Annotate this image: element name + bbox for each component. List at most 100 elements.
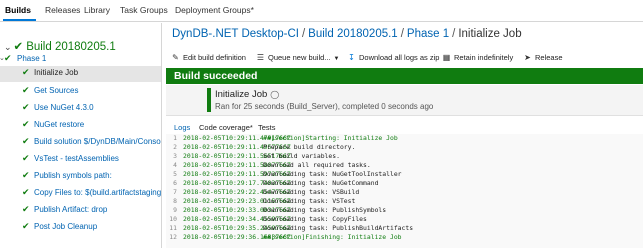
step-publish-artifact[interactable]: ✔ Publish Artifact: drop xyxy=(0,203,161,219)
check-icon: ✔ xyxy=(22,221,30,231)
queue-icon: ☰ xyxy=(256,53,265,62)
check-icon: ✔ xyxy=(22,119,30,129)
step-label: Post Job Cleanup xyxy=(34,222,98,231)
line-number: 5 xyxy=(173,170,177,178)
step-label: Use NuGet 4.3.0 xyxy=(34,103,94,112)
log-message: ##[section]Starting: Initialize Job xyxy=(263,134,398,142)
tab-releases[interactable]: Releases xyxy=(45,5,80,15)
step-build-solution[interactable]: ✔ Build solution $/DynDB/Main/Consol... xyxy=(0,135,161,151)
log-message: ##[section]Finishing: Initialize Job xyxy=(263,233,402,241)
job-name: Initialize Job ◯ xyxy=(215,89,279,100)
status-bar xyxy=(207,88,211,112)
step-label: NuGet restore xyxy=(34,120,85,129)
log-viewer[interactable]: 1 2018-02-05T10:29:11.4791766Z ##[section]… xyxy=(166,134,643,248)
check-icon: ✔ xyxy=(22,67,30,77)
log-message: Download all required tasks. xyxy=(263,161,371,169)
phase-label: Phase 1 xyxy=(17,54,47,63)
tab-deployment-groups[interactable]: Deployment Groups* xyxy=(175,5,254,15)
line-number: 12 xyxy=(169,233,177,241)
queue-build-button[interactable]: ☰ Queue new build... ▼ xyxy=(256,53,340,62)
step-nuget-restore[interactable]: ✔ NuGet restore xyxy=(0,118,161,134)
line-number: 3 xyxy=(173,152,177,160)
retain-label: Retain indefinitely xyxy=(454,53,514,62)
check-icon: ✔ xyxy=(22,153,30,163)
retain-button[interactable]: ▦ Retain indefinitely xyxy=(442,53,513,62)
log-message: Downloading task: PublishBuildArtifacts xyxy=(263,224,414,232)
check-icon: ✔ xyxy=(22,170,30,180)
job-run-summary: Ran for 25 seconds (Build_Server), compl… xyxy=(215,102,434,111)
step-post-job-cleanup[interactable]: ✔ Post Job Cleanup xyxy=(0,220,161,236)
edit-definition-label: Edit build definition xyxy=(183,53,246,62)
build-status-banner: Build succeeded xyxy=(166,68,643,84)
lock-icon: ▦ xyxy=(442,53,451,62)
edit-definition-button[interactable]: ✎ Edit build definition xyxy=(171,53,246,62)
check-icon: ✔ xyxy=(22,102,30,112)
step-get-sources[interactable]: ✔ Get Sources xyxy=(0,84,161,100)
check-icon: ✔ xyxy=(22,85,30,95)
step-initialize-job[interactable]: ✔ Initialize Job xyxy=(0,66,161,82)
tab-task-groups[interactable]: Task Groups xyxy=(120,5,168,15)
check-icon: ✔ xyxy=(22,187,30,197)
active-tab-indicator xyxy=(3,19,36,21)
breadcrumb-build[interactable]: Build 20180205.1 xyxy=(308,28,398,40)
check-icon: ✔ xyxy=(22,204,30,214)
line-number: 11 xyxy=(169,224,177,232)
user-icon: ◯ xyxy=(270,90,280,99)
pencil-icon: ✎ xyxy=(172,53,179,62)
job-summary: Initialize Job ◯ Ran for 25 seconds (Buil… xyxy=(166,85,643,116)
job-name-label: Initialize Job xyxy=(215,89,268,100)
line-number: 6 xyxy=(173,179,177,187)
line-number: 9 xyxy=(173,206,177,214)
queue-build-label: Queue new build... xyxy=(268,53,331,62)
log-message: Downloading task: PublishSymbols xyxy=(263,206,387,214)
step-label: Initialize Job xyxy=(34,68,79,77)
step-use-nuget[interactable]: ✔ Use NuGet 4.3.0 xyxy=(0,101,161,117)
step-label: VsTest - testAssemblies xyxy=(34,154,119,163)
breadcrumb-separator: / xyxy=(400,28,404,40)
step-label: Build solution $/DynDB/Main/Consol... xyxy=(34,137,162,146)
tab-library[interactable]: Library xyxy=(84,5,110,15)
line-number: 4 xyxy=(173,161,177,169)
breadcrumb: DynDB-.NET Desktop-CI / Build 20180205.1/P… xyxy=(172,28,522,40)
step-label: Publish Artifact: drop xyxy=(34,205,108,214)
breadcrumb-separator: / xyxy=(452,28,456,40)
log-message: Downloading task: NuGetToolInstaller xyxy=(263,170,402,178)
release-label: Release xyxy=(535,53,563,62)
step-label: Publish symbols path: xyxy=(34,171,112,180)
log-message: Downloading task: VSBuild xyxy=(263,188,360,196)
step-publish-symbols[interactable]: ✔ Publish symbols path: xyxy=(0,169,161,185)
step-copy-files[interactable]: ✔ Copy Files to: $(build.artifactstaging… xyxy=(0,186,161,202)
log-message: Set build variables. xyxy=(263,152,340,160)
tab-tests[interactable]: Tests xyxy=(258,123,276,132)
release-button[interactable]: ➤ Release xyxy=(523,53,563,62)
line-number: 1 xyxy=(173,134,177,142)
tab-builds[interactable]: Builds xyxy=(5,5,31,15)
step-vstest[interactable]: ✔ VsTest - testAssemblies xyxy=(0,152,161,168)
breadcrumb-current: Initialize Job xyxy=(458,28,522,40)
line-number: 10 xyxy=(169,215,177,223)
check-icon: ✔ xyxy=(4,53,12,63)
download-icon: ↧ xyxy=(348,53,355,62)
log-message: Downloading task: VSTest xyxy=(263,197,356,205)
toolbar: ✎ Edit build definition ☰ Queue new build.… xyxy=(166,51,643,66)
log-tabs: Logs Code coverage* Tests xyxy=(166,121,643,134)
step-label: Copy Files to: $(build.artifactstaging..… xyxy=(34,188,162,197)
breadcrumb-definition[interactable]: DynDB-.NET Desktop-CI xyxy=(172,28,299,40)
line-number: 8 xyxy=(173,197,177,205)
breadcrumb-separator: / xyxy=(301,28,306,40)
build-steps-panel: ⌄✔Build 20180205.1 ⌄ ✔ Phase 1 ✔ Initial… xyxy=(0,23,162,248)
tab-code-coverage[interactable]: Code coverage* xyxy=(199,123,253,132)
check-icon: ✔ xyxy=(22,136,30,146)
log-message: Downloading task: NuGetCommand xyxy=(263,179,379,187)
download-logs-button[interactable]: ↧ Download all logs as zip xyxy=(347,53,439,62)
log-message: Downloading task: CopyFiles xyxy=(263,215,367,223)
download-logs-label: Download all logs as zip xyxy=(359,53,440,62)
top-nav: Builds Releases Library Task Groups Depl… xyxy=(0,0,643,22)
chevron-down-icon: ⌄ xyxy=(4,42,12,52)
line-number: 2 xyxy=(173,143,177,151)
build-title[interactable]: ⌄ ✔ Build 20180205.1 xyxy=(4,39,116,53)
tab-logs[interactable]: Logs xyxy=(174,123,190,132)
step-label: Get Sources xyxy=(34,86,79,95)
breadcrumb-phase[interactable]: Phase 1 xyxy=(407,28,449,40)
log-message: Prepare build directory. xyxy=(263,143,356,151)
